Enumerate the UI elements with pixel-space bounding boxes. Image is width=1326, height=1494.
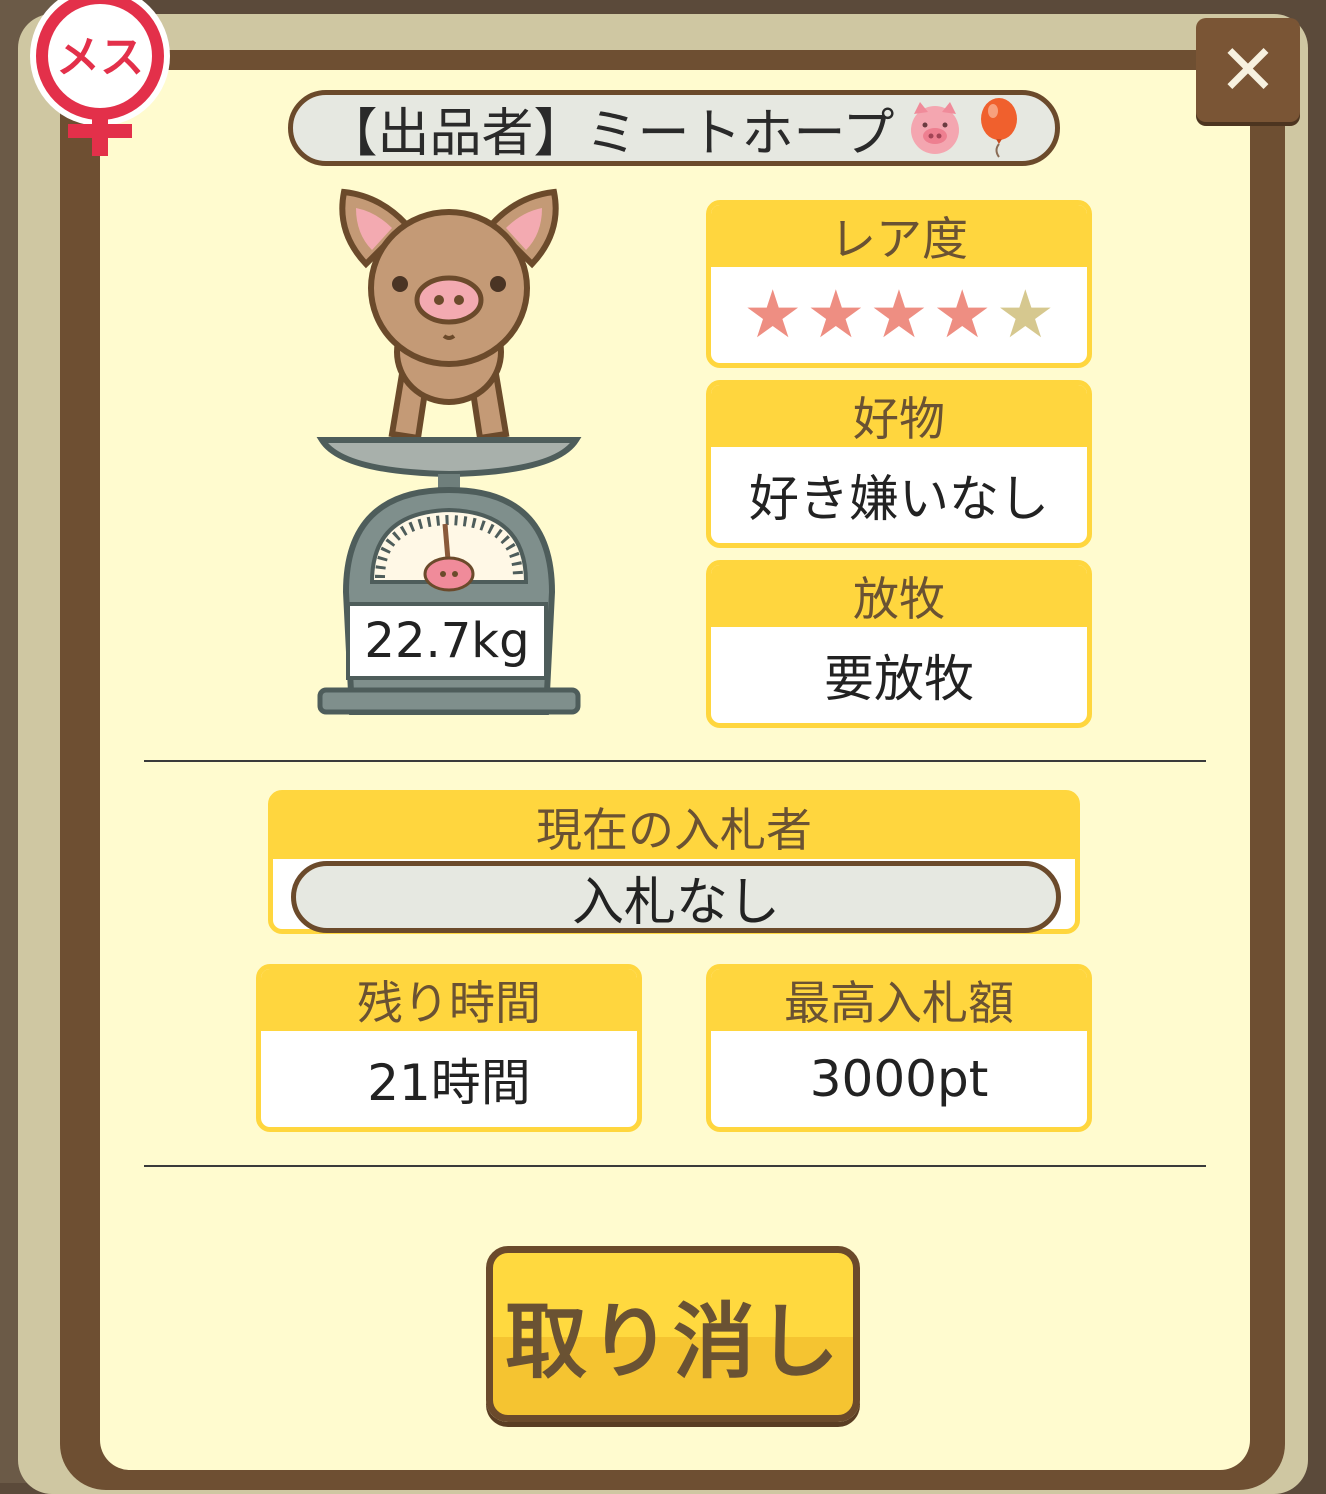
rarity-card: レア度 ★ ★ ★ ★ ★ [706,200,1092,368]
grazing-value: 要放牧 [824,650,974,708]
favorite-header: 好物 [711,385,1087,447]
remaining-time-title: 残り時間 [357,976,541,1030]
remaining-time-body: 21時間 [261,1031,637,1127]
close-button[interactable]: ✕ [1196,18,1300,122]
star-icon: ★ [743,276,803,353]
remaining-time-header: 残り時間 [261,969,637,1031]
star-icon: ★ [806,276,866,353]
divider-bottom [144,1165,1206,1167]
grazing-body: 要放牧 [711,627,1087,723]
remaining-time-card: 残り時間 21時間 [256,964,642,1132]
current-bidder-value: 入札なし [571,872,780,933]
badge-label: メス [56,32,144,83]
current-bidder-title: 現在の入札者 [536,803,812,857]
current-bidder-header: 現在の入札者 [273,795,1075,859]
favorite-title: 好物 [853,392,945,446]
cancel-button[interactable]: 取り消し [486,1246,860,1422]
female-symbol-icon: メス [30,0,170,156]
star-icon: ★ [995,276,1055,353]
seller-name: 【出品者】ミートホープ [325,103,895,164]
highest-bid-card: 最高入札額 3000pt [706,964,1092,1132]
star-icon: ★ [869,276,929,353]
favorite-card: 好物 好き嫌いなし [706,380,1092,548]
highest-bid-body: 3000pt [711,1031,1087,1127]
cancel-label: 取り消し [504,1294,841,1390]
rarity-stars: ★ ★ ★ ★ ★ [711,267,1087,363]
highest-bid-header: 最高入札額 [711,969,1087,1031]
divider-top [144,760,1206,762]
favorite-body: 好き嫌いなし [711,447,1087,543]
weight-display: 22.7kg [346,602,548,680]
highest-bid-value: 3000pt [809,1050,989,1108]
current-bidder-card: 現在の入札者 入札なし [268,790,1080,934]
star-icon: ★ [932,276,992,353]
grazing-header: 放牧 [711,565,1087,627]
favorite-value: 好き嫌いなし [749,470,1049,528]
close-icon: ✕ [1218,29,1278,111]
balloon-icon [981,98,1018,158]
grazing-title: 放牧 [853,572,945,626]
weight-value: 22.7kg [364,613,530,669]
rarity-title: レア度 [830,212,968,266]
seller-pill: 【出品者】ミートホープ [288,90,1060,166]
pig-face-icon [911,102,960,154]
rarity-header: レア度 [711,205,1087,267]
current-bidder-pill: 入札なし [291,861,1061,933]
grazing-card: 放牧 要放牧 [706,560,1092,728]
remaining-time-value: 21時間 [367,1054,531,1112]
highest-bid-title: 最高入札額 [784,976,1014,1030]
female-badge: メス [14,0,186,168]
